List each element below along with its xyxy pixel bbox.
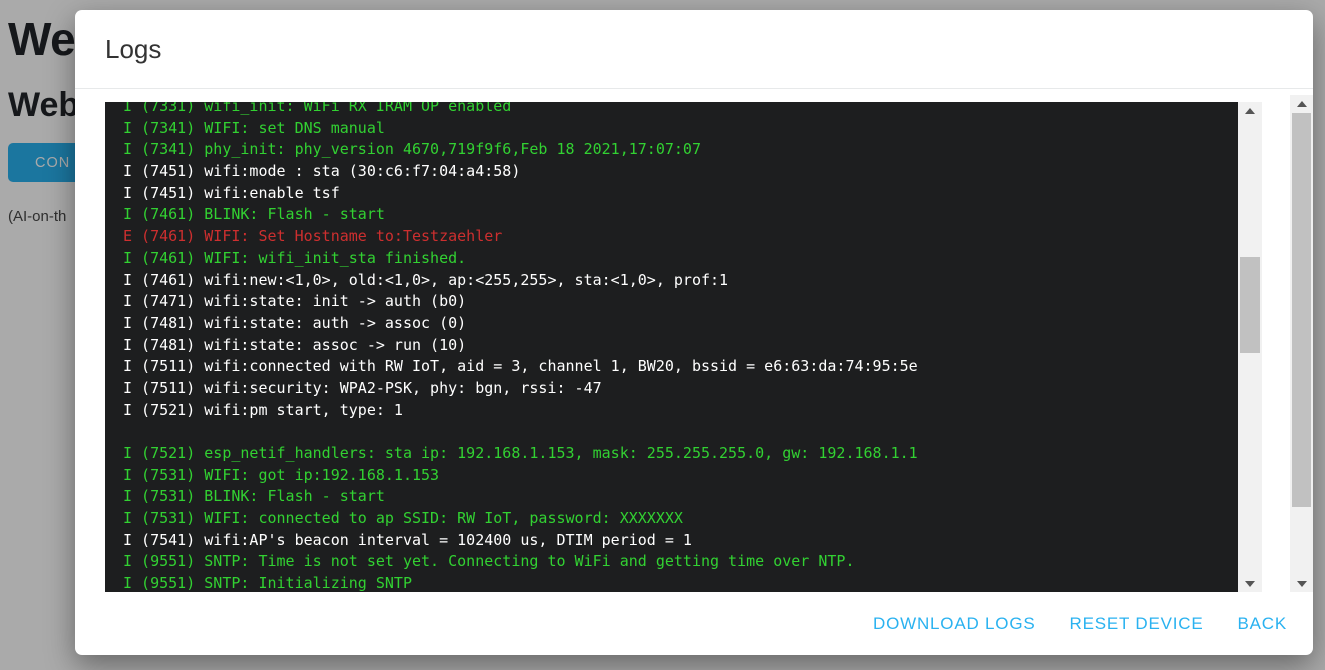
log-line: I (7471) wifi:state: init -> auth (b0) <box>123 291 1238 313</box>
log-line: I (7531) WIFI: connected to ap SSID: RW … <box>123 508 1238 530</box>
log-line <box>123 421 1238 443</box>
reset-device-button[interactable]: RESET DEVICE <box>1070 614 1204 634</box>
scroll-up-icon[interactable] <box>1290 95 1313 112</box>
log-viewport: I (7331) wifi_init: WiFi RX IRAM OP enab… <box>105 102 1238 592</box>
log-line: I (7521) wifi:pm start, type: 1 <box>123 400 1238 422</box>
modal-header: Logs <box>75 10 1313 89</box>
log-line: I (7461) BLINK: Flash - start <box>123 204 1238 226</box>
log-line: I (7451) wifi:mode : sta (30:c6:f7:04:a4… <box>123 161 1238 183</box>
log-line: I (7341) phy_init: phy_version 4670,719f… <box>123 139 1238 161</box>
back-button[interactable]: BACK <box>1238 614 1288 634</box>
console-scrollbar[interactable] <box>1238 102 1262 592</box>
log-console: I (7331) wifi_init: WiFi RX IRAM OP enab… <box>105 102 1262 592</box>
log-line: I (7461) WIFI: wifi_init_sta finished. <box>123 248 1238 270</box>
modal-footer: DOWNLOAD LOGS RESET DEVICE BACK <box>75 592 1313 655</box>
log-line: I (7521) esp_netif_handlers: sta ip: 192… <box>123 443 1238 465</box>
modal-title: Logs <box>105 10 161 89</box>
log-line: I (7531) BLINK: Flash - start <box>123 486 1238 508</box>
log-line: I (7511) wifi:connected with RW IoT, aid… <box>123 356 1238 378</box>
log-line: I (7481) wifi:state: auth -> assoc (0) <box>123 313 1238 335</box>
log-line: I (9551) SNTP: Initializing SNTP <box>123 573 1238 592</box>
log-line: E (7461) WIFI: Set Hostname to:Testzaehl… <box>123 226 1238 248</box>
scroll-up-icon[interactable] <box>1238 102 1262 119</box>
screen: Web Web CON (AI-on-th Logs I (7331) wifi… <box>0 0 1325 670</box>
log-line: I (7461) wifi:new:<1,0>, old:<1,0>, ap:<… <box>123 270 1238 292</box>
console-log: I (7331) wifi_init: WiFi RX IRAM OP enab… <box>105 102 1238 592</box>
console-scrollbar-thumb[interactable] <box>1240 257 1260 353</box>
modal-scrollbar[interactable] <box>1290 95 1313 592</box>
logs-modal: Logs I (7331) wifi_init: WiFi RX IRAM OP… <box>75 10 1313 655</box>
modal-scrollbar-thumb[interactable] <box>1292 113 1311 507</box>
log-line: I (9551) SNTP: Time is not set yet. Conn… <box>123 551 1238 573</box>
log-line: I (7481) wifi:state: assoc -> run (10) <box>123 335 1238 357</box>
download-logs-button[interactable]: DOWNLOAD LOGS <box>873 614 1035 634</box>
log-line: I (7341) WIFI: set DNS manual <box>123 118 1238 140</box>
log-line: I (7451) wifi:enable tsf <box>123 183 1238 205</box>
scroll-down-icon[interactable] <box>1290 575 1313 592</box>
log-line: I (7531) WIFI: got ip:192.168.1.153 <box>123 465 1238 487</box>
log-line: I (7331) wifi_init: WiFi RX IRAM OP enab… <box>123 102 1238 118</box>
scroll-down-icon[interactable] <box>1238 575 1262 592</box>
log-line: I (7511) wifi:security: WPA2-PSK, phy: b… <box>123 378 1238 400</box>
log-line: I (7541) wifi:AP's beacon interval = 102… <box>123 530 1238 552</box>
